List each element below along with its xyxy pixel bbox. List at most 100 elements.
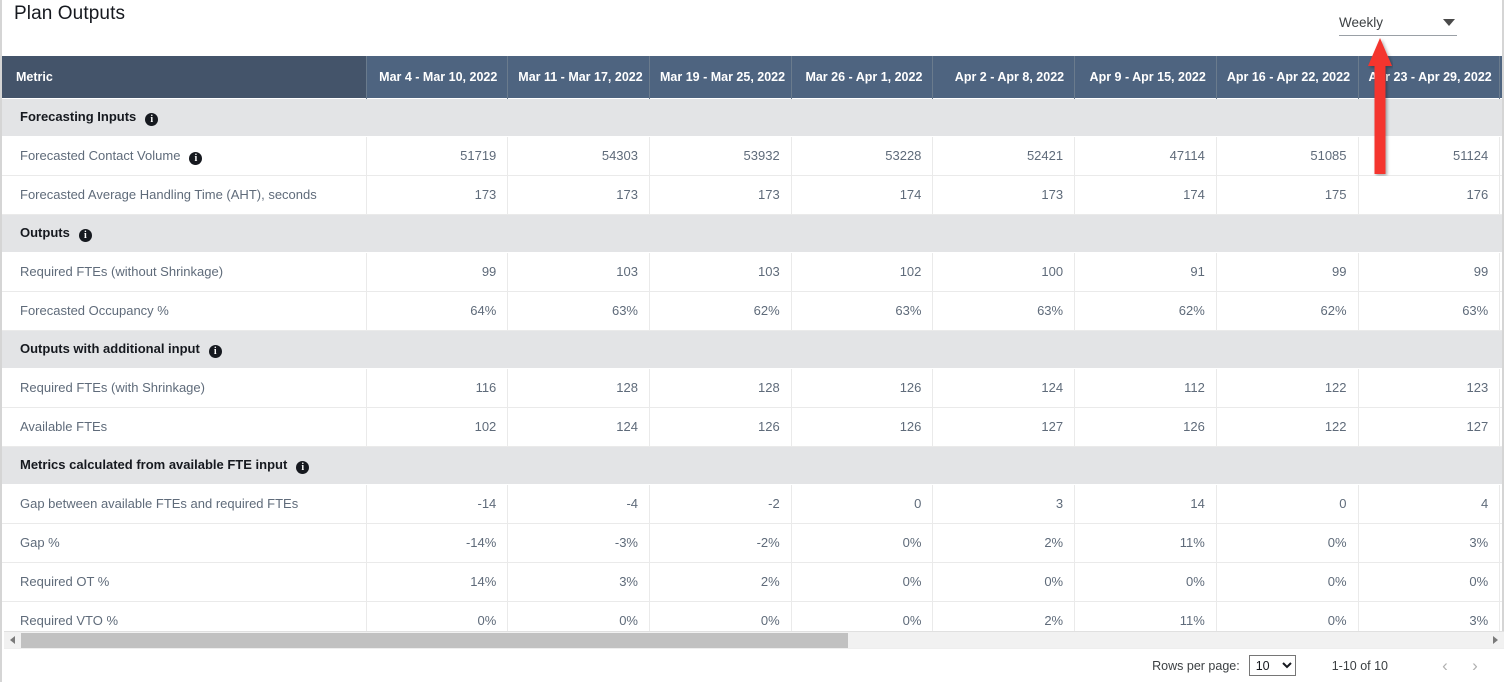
metric-value-cell: 91 (1075, 252, 1217, 291)
metric-value-cell: 126 (791, 368, 933, 407)
metric-value-cell: 112 (1075, 368, 1217, 407)
column-header-date[interactable]: Mar 11 - Mar 17, 2022 (508, 56, 650, 98)
metric-value-cell: 124 (933, 368, 1075, 407)
info-icon[interactable]: i (296, 461, 309, 474)
table-body: Forecasting InputsiForecasted Contact Vo… (2, 98, 1502, 636)
metric-value-cell: 175 (1216, 175, 1358, 214)
metric-label-cell: Gap between available FTEs and required … (2, 484, 366, 523)
table-section-row: Metrics calculated from available FTE in… (2, 446, 1502, 484)
metric-value-cell: 3% (1358, 523, 1500, 562)
metric-value-cell: 47114 (1075, 136, 1217, 175)
metric-value-cell: 127 (933, 407, 1075, 446)
metric-label-cell: Forecasted Contact Volumei (2, 136, 366, 175)
column-header-date[interactable]: Apr 2 - Apr 8, 2022 (933, 56, 1075, 98)
metric-value-cell: 176 (1358, 175, 1500, 214)
section-label: Metrics calculated from available FTE in… (2, 446, 366, 484)
column-header-date[interactable]: Apr 30 - May 6, 2022 (1500, 56, 1502, 98)
metric-value-cell: 51719 (366, 136, 508, 175)
table-header: Metric Mar 4 - Mar 10, 2022Mar 11 - Mar … (2, 56, 1502, 98)
pagination-range-label: 1-10 of 10 (1332, 659, 1388, 673)
table-row: Required FTEs (with Shrinkage)1161281281… (2, 368, 1502, 407)
previous-page-button[interactable]: ‹ (1430, 651, 1460, 681)
table-row: Required OT %14%3%2%0%0%0%0%0% (2, 562, 1502, 601)
metric-value-cell: 116 (366, 368, 508, 407)
section-label: Outputsi (2, 214, 366, 252)
plan-outputs-table-scroll-area[interactable]: Metric Mar 4 - Mar 10, 2022Mar 11 - Mar … (2, 56, 1502, 636)
metric-value-cell: 103 (650, 252, 792, 291)
metric-value-cell: 102 (366, 407, 508, 446)
info-icon[interactable]: i (145, 113, 158, 126)
metric-value-cell: -2% (650, 523, 792, 562)
metric-value-cell (1500, 407, 1502, 446)
column-header-date[interactable]: Apr 23 - Apr 29, 2022 (1358, 56, 1500, 98)
plan-outputs-panel: Plan Outputs Weekly Metric Mar 4 - Mar 1… (0, 0, 1504, 682)
scrollbar-track[interactable] (21, 632, 1487, 649)
metric-value-cell: 122 (1216, 368, 1358, 407)
granularity-select[interactable]: Weekly (1339, 15, 1457, 36)
metric-value-cell: 3% (508, 562, 650, 601)
metric-value-cell: 99 (1358, 252, 1500, 291)
metric-value-cell: 128 (508, 368, 650, 407)
column-header-date[interactable]: Apr 9 - Apr 15, 2022 (1075, 56, 1217, 98)
metric-value-cell: 54303 (508, 136, 650, 175)
scroll-left-button[interactable] (4, 632, 21, 649)
metric-value-cell: 3 (933, 484, 1075, 523)
column-header-date[interactable]: Apr 16 - Apr 22, 2022 (1216, 56, 1358, 98)
chevron-right-icon (1493, 636, 1498, 644)
chevron-left-icon (10, 636, 15, 644)
table-row: Available FTEs102124126126127126122127 (2, 407, 1502, 446)
metric-value-cell: -14 (366, 484, 508, 523)
metric-value-cell: 173 (366, 175, 508, 214)
section-row-filler (366, 330, 1502, 368)
metric-value-cell: 173 (650, 175, 792, 214)
granularity-select-value: Weekly (1339, 15, 1383, 30)
info-icon[interactable]: i (79, 229, 92, 242)
column-header-date[interactable]: Mar 19 - Mar 25, 2022 (650, 56, 792, 98)
next-page-button[interactable]: › (1460, 651, 1490, 681)
metric-value-cell: -14% (366, 523, 508, 562)
metric-value-cell: 63% (933, 291, 1075, 330)
column-header-date[interactable]: Mar 26 - Apr 1, 2022 (791, 56, 933, 98)
section-row-filler (366, 98, 1502, 136)
metric-value-cell: -3% (508, 523, 650, 562)
metric-value-cell: 0 (791, 484, 933, 523)
metric-value-cell: -2 (650, 484, 792, 523)
metric-value-cell: 126 (650, 407, 792, 446)
table-row: Gap %-14%-3%-2%0%2%11%0%3% (2, 523, 1502, 562)
metric-label-cell: Forecasted Average Handling Time (AHT), … (2, 175, 366, 214)
column-header-metric[interactable]: Metric (2, 56, 366, 98)
table-section-row: Forecasting Inputsi (2, 98, 1502, 136)
table-row: Forecasted Contact Volumei51719543035393… (2, 136, 1502, 175)
table-section-row: Outputs with additional inputi (2, 330, 1502, 368)
metric-value-cell: 0 (1216, 484, 1358, 523)
horizontal-scrollbar[interactable] (4, 631, 1504, 648)
metric-value-cell: 127 (1358, 407, 1500, 446)
metric-value-cell (1500, 368, 1502, 407)
metric-label-cell: Available FTEs (2, 407, 366, 446)
info-icon[interactable]: i (209, 345, 222, 358)
rows-per-page-label: Rows per page: (1152, 659, 1240, 673)
metric-value-cell: -4 (508, 484, 650, 523)
metric-value-cell: 62% (1075, 291, 1217, 330)
info-icon[interactable]: i (189, 152, 202, 165)
section-label: Outputs with additional inputi (2, 330, 366, 368)
metric-value-cell: 63% (791, 291, 933, 330)
metric-value-cell: 128 (650, 368, 792, 407)
metric-value-cell: 99 (1216, 252, 1358, 291)
metric-value-cell (1500, 523, 1502, 562)
scrollbar-thumb[interactable] (21, 633, 848, 648)
metric-value-cell (1500, 484, 1502, 523)
column-header-date[interactable]: Mar 4 - Mar 10, 2022 (366, 56, 508, 98)
metric-value-cell: 63% (1358, 291, 1500, 330)
metric-value-cell (1500, 291, 1502, 330)
metric-value-cell: 53228 (791, 136, 933, 175)
rows-per-page-select[interactable]: 102050100 (1249, 655, 1296, 676)
metric-value-cell: 0% (791, 562, 933, 601)
metric-value-cell: 99 (366, 252, 508, 291)
metric-value-cell: 53932 (650, 136, 792, 175)
scroll-right-button[interactable] (1487, 632, 1504, 649)
metric-value-cell: 0% (1075, 562, 1217, 601)
metric-value-cell (1500, 562, 1502, 601)
page-title: Plan Outputs (14, 3, 125, 25)
metric-value-cell: 124 (508, 407, 650, 446)
